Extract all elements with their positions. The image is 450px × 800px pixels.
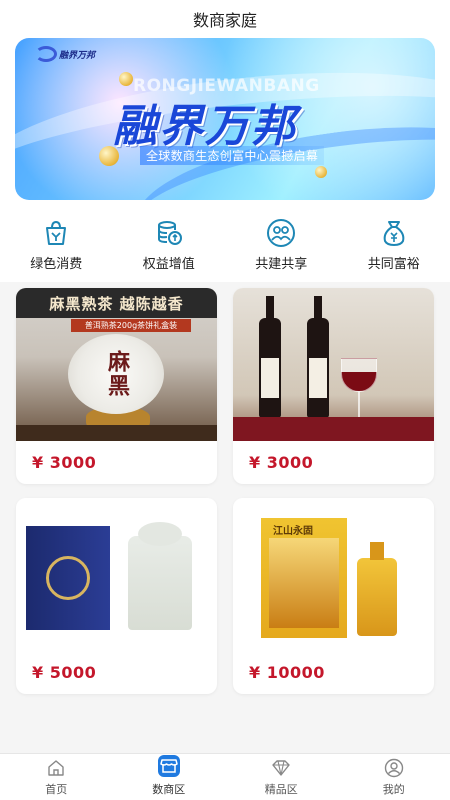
feature-common-prosperity[interactable]: 共同富裕: [338, 218, 450, 282]
tab-label: 我的: [382, 782, 405, 796]
product-image: [233, 288, 434, 441]
jade-ornament: [128, 522, 192, 630]
liquor-bottle: [357, 542, 397, 636]
tea-cake: 麻黑: [68, 334, 164, 414]
feature-equity-growth[interactable]: 权益增值: [113, 218, 226, 282]
wine-bottle: [259, 296, 281, 418]
people-icon: [267, 219, 296, 247]
feature-green-consumption[interactable]: 绿色消费: [0, 218, 113, 282]
feature-label: 共同富裕: [367, 257, 420, 272]
logo-icon: [35, 46, 57, 62]
logo-text: 融界万邦: [59, 50, 96, 61]
product-image: 麻黑熟茶 越陈越香 普洱熟茶200g茶饼礼盒装 麻黑: [16, 288, 217, 441]
liquor-box: 江山永固: [261, 518, 347, 638]
tab-me[interactable]: 我的: [338, 754, 450, 800]
tab-label: 精品区: [264, 782, 298, 796]
tab-label: 首页: [45, 782, 68, 796]
tab-shop[interactable]: 数商区: [113, 754, 226, 800]
diamond-icon: [272, 759, 290, 776]
home-icon: [48, 759, 64, 776]
product-banner-text: 麻黑熟茶 越陈越香: [16, 288, 217, 318]
product-card[interactable]: ¥ 3000: [233, 288, 434, 484]
product-price: ¥ 10000: [249, 663, 325, 682]
gift-box: [26, 526, 110, 630]
top-bar: 数商家庭: [0, 0, 450, 38]
wine-bottle: [307, 296, 329, 418]
product-ribbon: 普洱熟茶200g茶饼礼盒装: [71, 319, 191, 332]
product-price: ¥ 3000: [249, 453, 314, 472]
product-grid: 麻黑熟茶 越陈越香 普洱熟茶200g茶饼礼盒装 麻黑 ¥ 3000 ¥ 3000…: [0, 282, 450, 694]
coin-decoration: [315, 166, 327, 178]
product-card[interactable]: 江山永固 ¥ 10000: [233, 498, 434, 694]
tea-seal: 麻黑: [104, 350, 129, 398]
liquor-label: 江山永固: [273, 526, 313, 537]
feature-label: 绿色消费: [30, 257, 83, 272]
page-title: 数商家庭: [192, 11, 257, 30]
product-card[interactable]: ¥ 5000: [16, 498, 217, 694]
feature-shortcuts: 绿色消费 权益增值 共建共享 共同富裕: [0, 200, 450, 282]
banner-logo: 融界万邦: [35, 46, 95, 62]
user-icon: [384, 758, 403, 777]
banner-container: 融界万邦 RONGJIEWANBANG 融界万邦 全球数商生态创富中心震撼启幕: [0, 38, 450, 200]
banner-subtitle: 全球数商生态创富中心震撼启幕: [140, 146, 325, 165]
tab-home[interactable]: 首页: [0, 754, 113, 800]
table-surface: [16, 425, 217, 441]
coin-stack-icon: [157, 221, 182, 245]
tab-premium[interactable]: 精品区: [225, 754, 338, 800]
banner-headline: 融界万邦: [113, 101, 297, 152]
product-price: ¥ 3000: [32, 453, 97, 472]
product-image: 江山永固: [233, 498, 434, 651]
product-price: ¥ 5000: [32, 663, 97, 682]
product-image: [16, 498, 217, 651]
shopping-bag-icon: [46, 220, 67, 245]
promo-banner[interactable]: 融界万邦 RONGJIEWANBANG 融界万邦 全球数商生态创富中心震撼启幕: [15, 38, 435, 200]
coin-decoration: [119, 72, 133, 86]
wine-glass-stem: [358, 392, 360, 418]
feature-label: 共建共享: [255, 257, 308, 272]
tab-label: 数商区: [152, 782, 186, 796]
wine-glass: [341, 358, 377, 392]
red-cloth: [233, 417, 434, 441]
feature-label: 权益增值: [142, 257, 195, 272]
product-card[interactable]: 麻黑熟茶 越陈越香 普洱熟茶200g茶饼礼盒装 麻黑 ¥ 3000: [16, 288, 217, 484]
feature-co-build-share[interactable]: 共建共享: [225, 218, 338, 282]
shop-icon: [157, 754, 180, 777]
money-bag-icon: [383, 221, 405, 247]
bottom-tab-bar: 首页 数商区 精品区 我的: [0, 753, 450, 800]
